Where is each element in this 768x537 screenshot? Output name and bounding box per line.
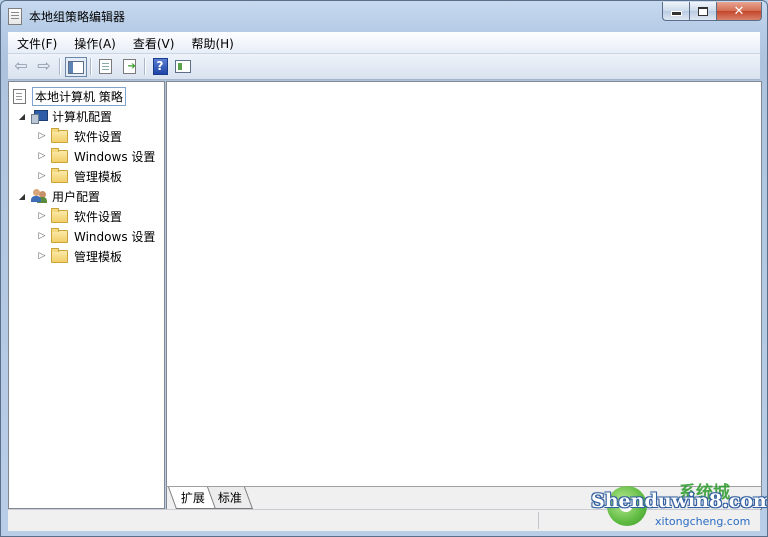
tab-extended[interactable]: 扩展: [167, 487, 217, 509]
folder-icon: [51, 147, 68, 163]
back-button[interactable]: ⇦: [11, 57, 31, 75]
window-title: 本地组策略编辑器: [29, 10, 126, 24]
action-pane-icon: [175, 59, 191, 73]
status-divider: [538, 512, 539, 529]
computer-icon: [31, 110, 48, 124]
tree-item-computer-windows[interactable]: ▷ Windows 设置: [37, 147, 155, 165]
tab-label: 标准: [217, 491, 242, 505]
tree-item-computer-software[interactable]: ▷ 软件设置: [37, 127, 122, 145]
expand-arrow-icon[interactable]: ▷: [37, 251, 47, 261]
expand-arrow-icon[interactable]: ▷: [37, 231, 47, 241]
tree-item-root[interactable]: 本地计算机 策略: [13, 86, 126, 106]
tree-label: Windows 设置: [74, 149, 156, 164]
expand-arrow-icon[interactable]: ▷: [37, 211, 47, 221]
toolbar: ⇦ ⇨ ?: [8, 54, 760, 80]
tree-label: 管理模板: [74, 169, 123, 184]
console-tree-icon: [68, 60, 84, 74]
tree-label-computer-config: 计算机配置: [52, 109, 113, 124]
menu-bar: 文件(F) 操作(A) 查看(V) 帮助(H): [8, 32, 760, 54]
minimize-button[interactable]: [662, 2, 689, 21]
caption-buttons: ✕: [662, 2, 762, 21]
details-pane[interactable]: [166, 81, 762, 487]
minimize-icon: [670, 11, 682, 16]
toolbar-separator: [59, 58, 60, 75]
maximize-button[interactable]: [689, 2, 716, 21]
tree-item-computer-config[interactable]: ◢ 计算机配置: [17, 107, 112, 125]
help-icon: ?: [152, 57, 168, 75]
back-arrow-icon: ⇦: [14, 56, 28, 75]
action-pane-button[interactable]: [173, 57, 193, 75]
show-hide-tree-button[interactable]: [65, 57, 87, 77]
menu-action[interactable]: 操作(A): [65, 32, 124, 53]
folder-icon: [51, 207, 68, 223]
folder-icon: [51, 227, 68, 243]
maximize-icon: [698, 6, 708, 16]
collapse-arrow-icon[interactable]: ◢: [17, 112, 27, 121]
tree-label: 软件设置: [74, 209, 123, 224]
menu-view[interactable]: 查看(V): [124, 32, 183, 53]
watermark-sub: xitongcheng.com: [655, 515, 751, 528]
tree-label-root: 本地计算机 策略: [32, 86, 126, 106]
policy-document-icon: [13, 88, 26, 104]
export-list-button[interactable]: [119, 57, 139, 75]
export-list-icon: [122, 58, 136, 74]
tree-item-computer-templates[interactable]: ▷ 管理模板: [37, 167, 122, 185]
close-button[interactable]: ✕: [716, 2, 762, 21]
title-bar[interactable]: 本地组策略编辑器 ✕: [1, 1, 767, 31]
properties-button[interactable]: [95, 57, 115, 75]
forward-button[interactable]: ⇨: [34, 57, 54, 75]
users-icon: [31, 189, 47, 203]
folder-icon: [51, 127, 68, 143]
folder-icon: [51, 247, 68, 263]
menu-help[interactable]: 帮助(H): [182, 32, 241, 53]
forward-arrow-icon: ⇨: [37, 56, 51, 75]
help-button[interactable]: ?: [150, 57, 170, 75]
tree-item-user-software[interactable]: ▷ 软件设置: [37, 207, 122, 225]
tree-item-user-windows[interactable]: ▷ Windows 设置: [37, 227, 155, 245]
expand-arrow-icon[interactable]: ▷: [37, 171, 47, 181]
tree-label: 管理模板: [74, 249, 123, 264]
collapse-arrow-icon[interactable]: ◢: [17, 192, 27, 201]
toolbar-separator: [144, 58, 145, 75]
menu-file[interactable]: 文件(F): [8, 32, 65, 53]
tree-item-user-config[interactable]: ◢ 用户配置: [17, 187, 100, 205]
tree-label-user-config: 用户配置: [52, 189, 101, 204]
folder-icon: [51, 167, 68, 183]
properties-icon: [98, 58, 112, 74]
watermark-logo: 系统城 Shenduwin8.com xitongcheng.com: [591, 483, 767, 532]
toolbar-separator: [90, 58, 91, 75]
tree-label: Windows 设置: [74, 229, 156, 244]
console-tree[interactable]: 本地计算机 策略 ◢ 计算机配置 ▷ 软件设置 ▷ Windows 设置 ▷ 管…: [8, 81, 165, 509]
watermark-brand: Shenduwin8.com: [591, 490, 768, 512]
tree-item-user-templates[interactable]: ▷ 管理模板: [37, 247, 122, 265]
close-icon: ✕: [733, 3, 745, 19]
tree-label: 软件设置: [74, 129, 123, 144]
main-window: 本地组策略编辑器 ✕ 文件(F) 操作(A) 查看(V) 帮助(H) ⇦ ⇨ ?…: [0, 0, 768, 537]
expand-arrow-icon[interactable]: ▷: [37, 151, 47, 161]
expand-arrow-icon[interactable]: ▷: [37, 131, 47, 141]
tab-label: 扩展: [180, 491, 205, 505]
app-icon[interactable]: [8, 8, 22, 25]
